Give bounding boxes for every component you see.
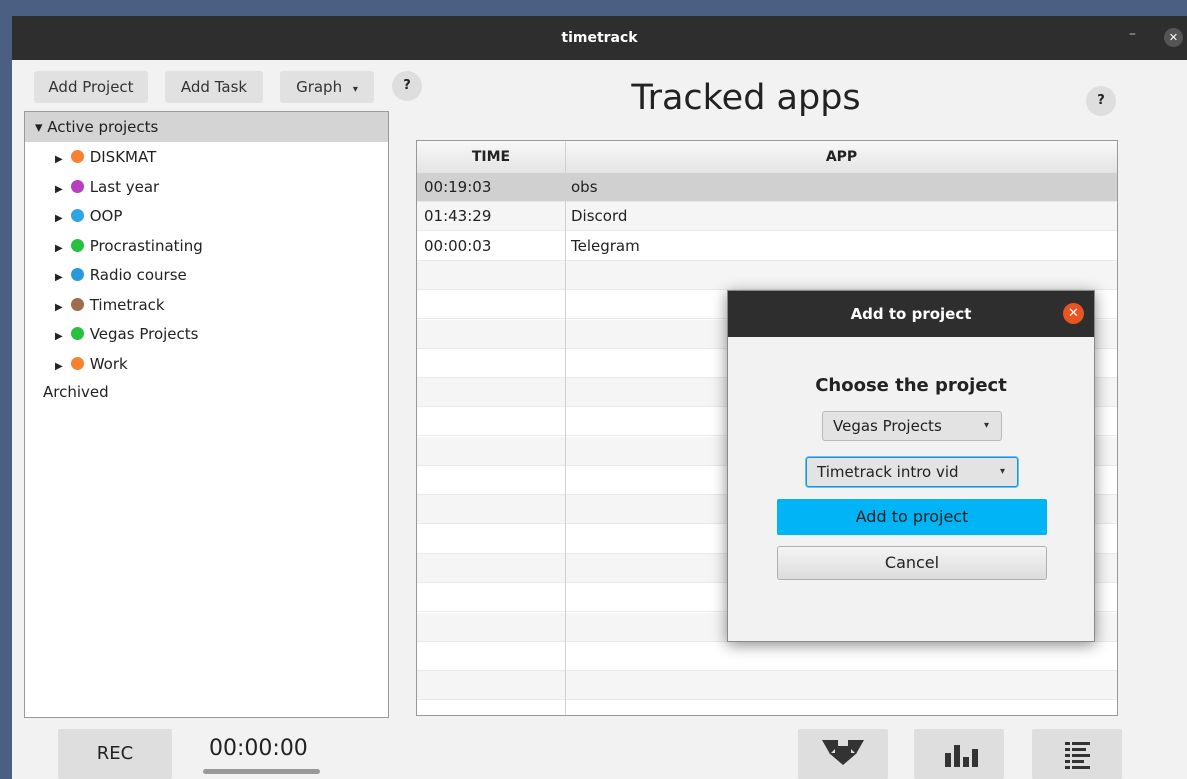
expand-arrow-icon[interactable]: ▶ [55,184,63,195]
tree-item[interactable]: ▶ Timetrack [55,291,165,319]
tree-item[interactable]: ▶ Vegas Projects [55,320,198,348]
table-row[interactable]: 00:19:03 obs [417,173,1117,202]
expand-arrow-icon[interactable]: ▶ [55,361,63,372]
project-select-value: Vegas Projects [833,417,942,435]
expand-arrow-icon[interactable]: ▶ [55,213,63,224]
app-column-header[interactable]: APP [566,141,1117,173]
tree-item[interactable]: ▶ Radio course [55,261,187,289]
list-view-button[interactable] [1032,729,1122,779]
app-cell: Discord [571,207,628,226]
table-row[interactable] [417,260,1117,290]
active-projects-header[interactable]: ▾ Active projects [25,112,388,142]
tree-item-label: Work [89,354,128,373]
app-cell: Telegram [571,236,640,255]
expand-arrow-icon[interactable]: ▶ [55,243,63,254]
bar-chart-icon [945,745,978,767]
time-cell: 01:43:29 [424,207,492,226]
list-icon [1065,742,1090,769]
import-icon [822,740,864,765]
project-color-dot [70,327,84,340]
time-cell: 00:00:03 [424,236,492,255]
chevron-down-icon: ▾ [999,466,1005,477]
chevron-down-icon: ▾ [352,84,358,95]
title-bar: timetrack – ✕ [12,16,1187,60]
add-task-button[interactable]: Add Task [165,71,263,103]
table-row[interactable] [417,642,1117,671]
task-select[interactable]: Timetrack intro vid ▾ [806,457,1018,487]
import-button[interactable] [798,729,888,779]
project-color-dot [70,150,84,163]
add-project-button[interactable]: Add Project [34,71,148,103]
project-color-dot [70,356,84,370]
dialog-close-icon[interactable]: ✕ [1063,303,1084,324]
main-help-button[interactable]: ? [1086,86,1116,116]
app-window: timetrack – ✕ Add Project Add Task Graph… [12,16,1187,779]
project-color-dot [70,268,84,281]
column-divider [565,141,566,715]
task-select-value: Timetrack intro vid [817,463,959,481]
project-select[interactable]: Vegas Projects ▾ [822,411,1002,441]
tree-item-label: DISKMAT [89,148,157,166]
timer-display: 00:00:00 [209,736,308,761]
choose-project-label: Choose the project [815,375,1007,396]
expand-arrow-icon[interactable]: ▶ [55,331,63,342]
project-color-dot [70,179,84,193]
cancel-button[interactable]: Cancel [777,546,1047,580]
close-icon[interactable]: ✕ [1164,28,1183,47]
add-to-project-button[interactable]: Add to project [777,499,1047,535]
add-to-project-dialog: Add to project ✕ Choose the project Vega… [727,290,1095,642]
expand-arrow-icon[interactable]: ▶ [55,302,63,313]
table-row[interactable]: 01:43:29 Discord [417,202,1117,232]
graph-dropdown-button[interactable]: Graph ▾ [280,71,374,103]
tree-item[interactable]: ▶ Last year [55,173,159,201]
table-row[interactable] [417,671,1117,701]
tree-item[interactable]: ▶ DISKMAT [55,143,156,171]
project-tree[interactable]: ▾ Active projects ▶ DISKMAT ▶ Last year ▶ OOP… [24,111,389,718]
tree-item[interactable]: ▶ Procrastinating [55,232,203,260]
archived-node[interactable]: Archived [43,378,109,406]
record-button[interactable]: REC [58,729,172,779]
dialog-title: Add to project [728,291,1094,337]
tree-item-label: Vegas Projects [89,325,199,343]
statistics-button[interactable] [914,729,1004,779]
expand-arrow-icon[interactable]: ▶ [55,154,63,165]
project-color-dot [70,209,84,222]
page-title: Tracked apps [631,78,861,118]
window-title: timetrack [561,30,638,46]
timer-progress-bar [203,769,320,774]
tree-item-label: Procrastinating [89,236,203,255]
tree-item[interactable]: ▶ Work [55,350,128,378]
time-cell: 00:19:03 [424,178,492,196]
minimize-icon[interactable]: – [1129,26,1136,42]
project-color-dot [70,238,84,252]
chevron-down-icon: ▾ [983,420,989,431]
app-cell: obs [571,178,598,196]
tree-item-label: OOP [89,207,123,225]
table-row[interactable]: 00:00:03 Telegram [417,232,1117,261]
project-color-dot [70,297,84,311]
tree-item-label: Last year [89,177,160,196]
table-header: TIME APP [417,141,1117,174]
expand-arrow-icon[interactable]: ▶ [55,272,63,283]
tree-item-label: Timetrack [89,295,165,314]
tree-item-label: Radio course [89,266,187,284]
tree-item[interactable]: ▶ OOP [55,202,122,230]
graph-label: Graph [296,78,343,96]
time-column-header[interactable]: TIME [417,141,565,173]
